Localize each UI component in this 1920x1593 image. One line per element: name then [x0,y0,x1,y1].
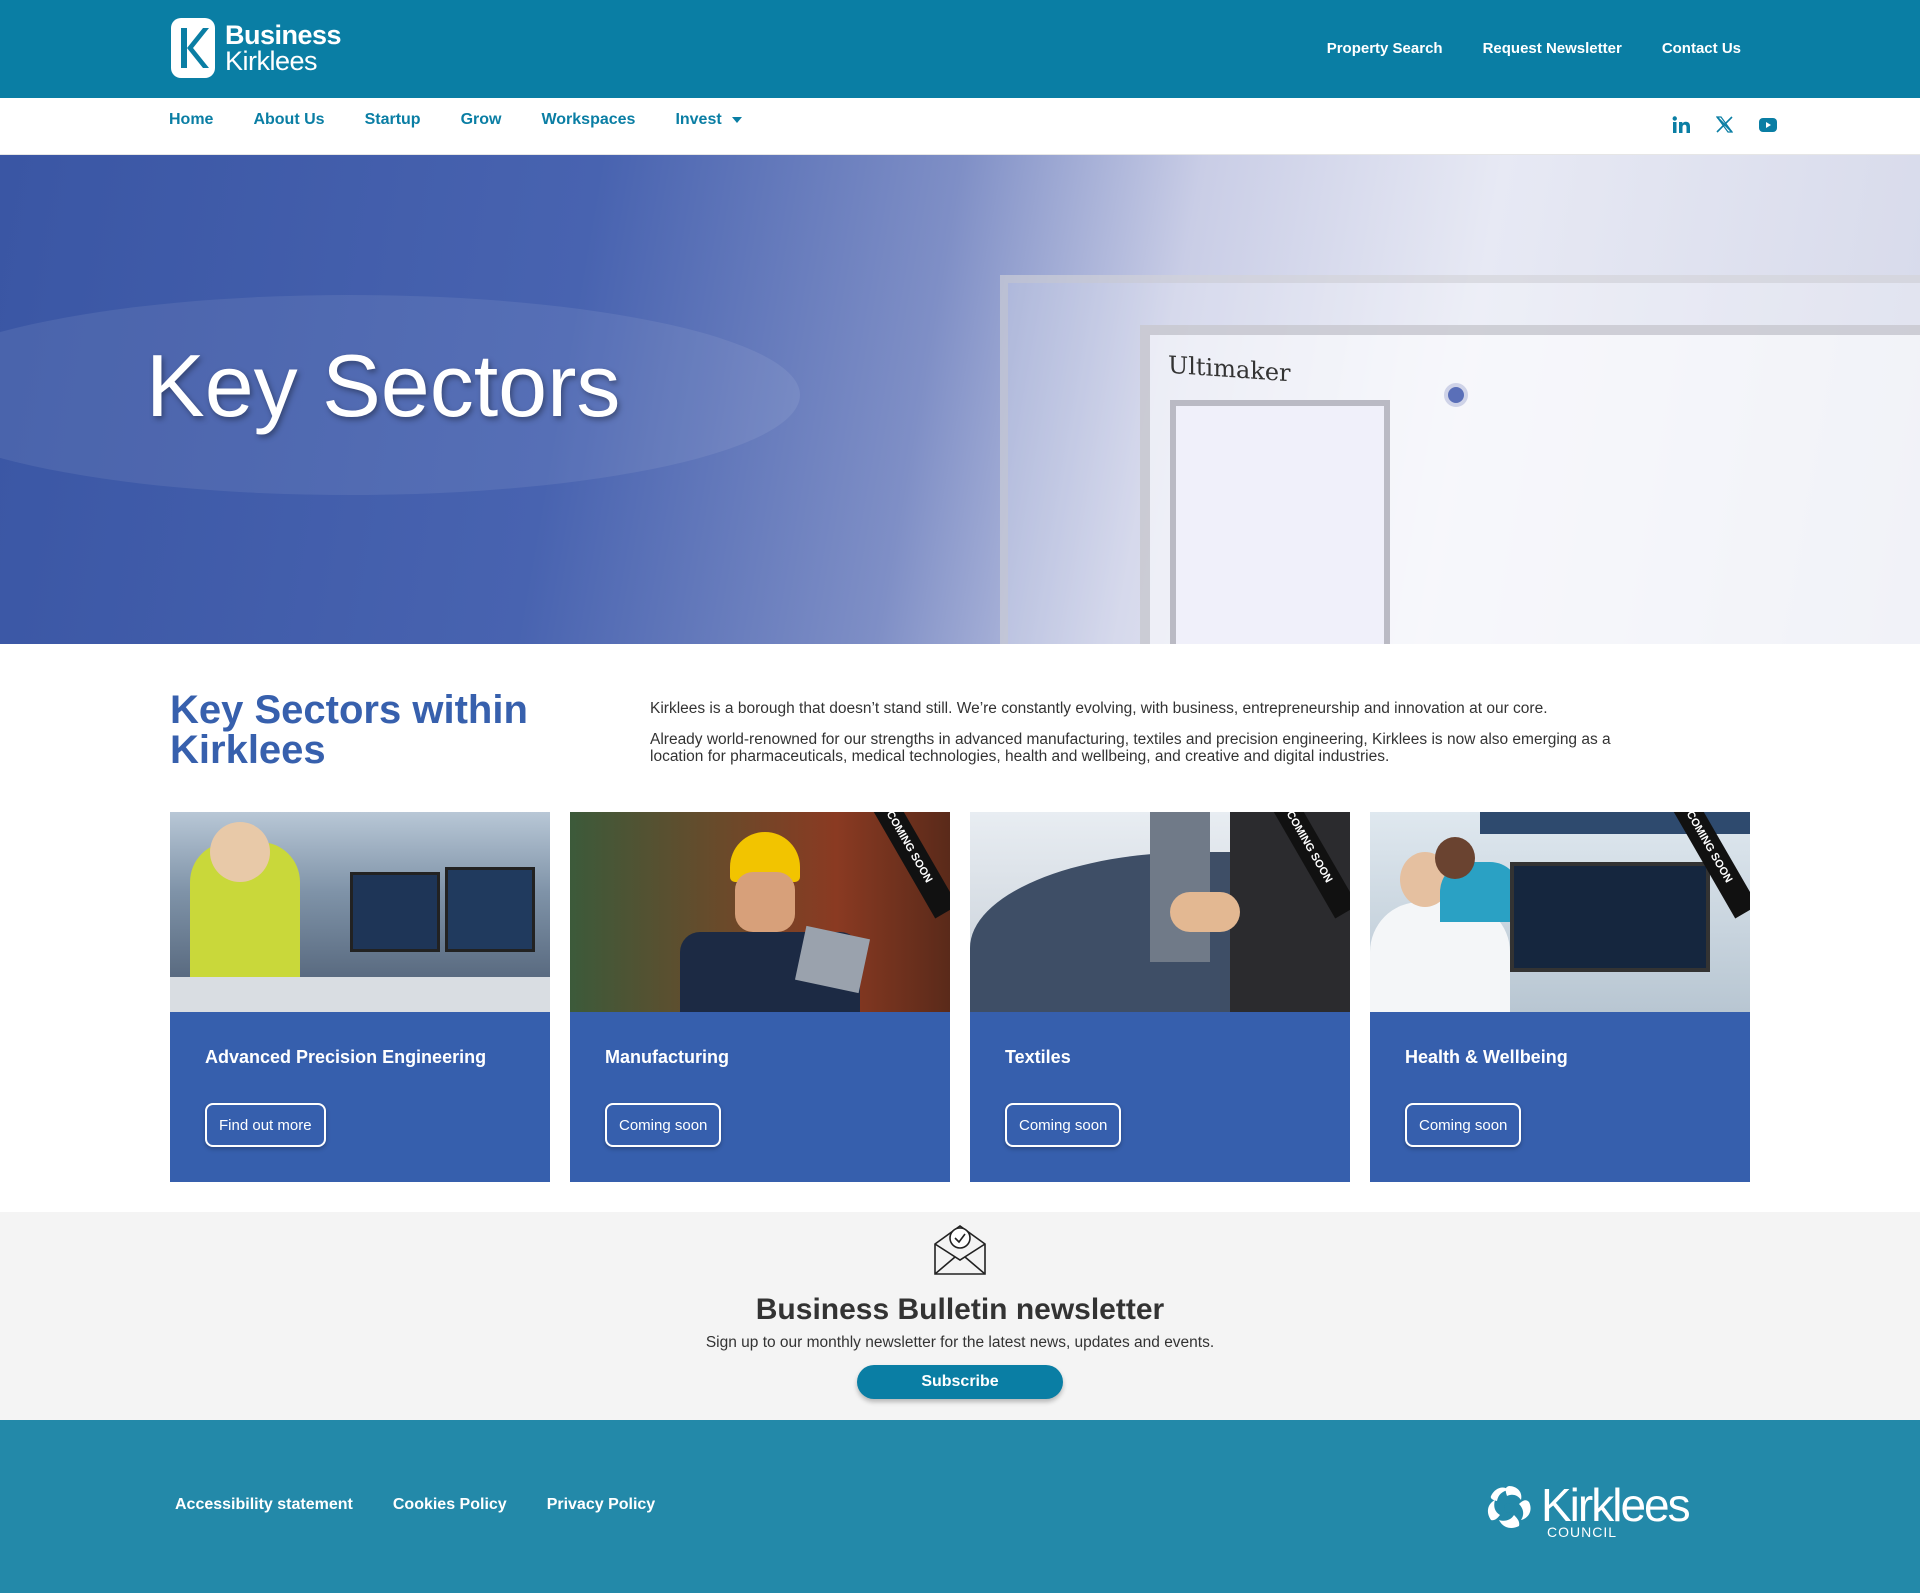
sector-card-health: COMING SOON Health & Wellbeing Coming so… [1370,812,1750,1182]
accessibility-statement-link[interactable]: Accessibility statement [175,1496,353,1514]
youtube-icon[interactable] [1759,117,1777,137]
page-title: Key Sectors [146,336,621,435]
find-out-more-button[interactable]: Find out more [205,1103,326,1147]
nav-grow[interactable]: Grow [461,111,502,129]
hero-printer-knob [1444,383,1468,407]
nav-startup[interactable]: Startup [365,111,421,129]
logo-line-1: Business [225,20,342,50]
footer: Accessibility statement Cookies Policy P… [0,1420,1920,1593]
nav-about-us[interactable]: About Us [253,111,324,129]
logo-line-2: Kirklees [225,46,318,76]
coming-soon-button[interactable]: Coming soon [605,1103,722,1147]
top-links: Property Search Request Newsletter Conta… [1327,40,1741,57]
kirklees-council-logo[interactable]: Kirklees COUNCIL [1483,1482,1691,1540]
privacy-policy-link[interactable]: Privacy Policy [547,1496,656,1514]
sector-cards: Advanced Precision Engineering Find out … [170,812,1750,1182]
sector-card-manufacturing: COMING SOON Manufacturing Coming soon [570,812,950,1182]
engineering-photo [170,812,550,1012]
main-navbar: Home About Us Startup Grow Workspaces In… [0,98,1920,155]
logo-k-icon [171,18,215,78]
nav-invest-label: Invest [675,111,722,128]
footer-links: Accessibility statement Cookies Policy P… [175,1496,655,1514]
business-kirklees-logo[interactable]: Business Kirklees [171,18,342,78]
contact-us-link[interactable]: Contact Us [1662,40,1741,57]
subscribe-button[interactable]: Subscribe [857,1365,1063,1399]
coming-soon-button[interactable]: Coming soon [1005,1103,1122,1147]
card-title: Manufacturing [605,1047,729,1067]
envelope-icon [933,1222,987,1281]
section-title: Key Sectors within Kirklees [170,688,528,772]
newsletter-title: Business Bulletin newsletter [755,1293,1165,1326]
x-icon[interactable] [1715,116,1734,138]
linkedin-icon[interactable] [1672,116,1690,138]
coming-soon-button[interactable]: Coming soon [1405,1103,1522,1147]
property-search-link[interactable]: Property Search [1327,40,1443,57]
newsletter-text: Sign up to our monthly newsletter for th… [705,1334,1215,1351]
card-title: Advanced Precision Engineering [205,1047,487,1067]
caret-down-icon [731,117,742,123]
newsletter-section: Business Bulletin newsletter Sign up to … [0,1212,1920,1420]
nav-workspaces[interactable]: Workspaces [541,111,635,129]
kirklees-swirl-icon [1487,1486,1531,1528]
intro-paragraph-2: Already world-renowned for our strengths… [650,731,1611,765]
nav-home[interactable]: Home [169,111,213,129]
intro-text: Kirklees is a borough that doesn’t stand… [650,700,1650,779]
intro-paragraph-1: Kirklees is a borough that doesn’t stand… [650,700,1548,717]
main-nav: Home About Us Startup Grow Workspaces In… [169,111,742,129]
card-title: Textiles [1005,1047,1071,1067]
sector-card-engineering: Advanced Precision Engineering Find out … [170,812,550,1182]
top-header: Business Kirklees Property Search Reques… [0,0,1920,98]
social-links [1672,116,1777,138]
hero-printer-window [1170,400,1390,644]
cookies-policy-link[interactable]: Cookies Policy [393,1496,507,1514]
request-newsletter-link[interactable]: Request Newsletter [1483,40,1622,57]
nav-invest[interactable]: Invest [675,111,742,129]
sector-card-textiles: COMING SOON Textiles Coming soon [970,812,1350,1182]
card-title: Health & Wellbeing [1405,1047,1568,1067]
hero-banner: Ultimaker Key Sectors [0,155,1920,644]
